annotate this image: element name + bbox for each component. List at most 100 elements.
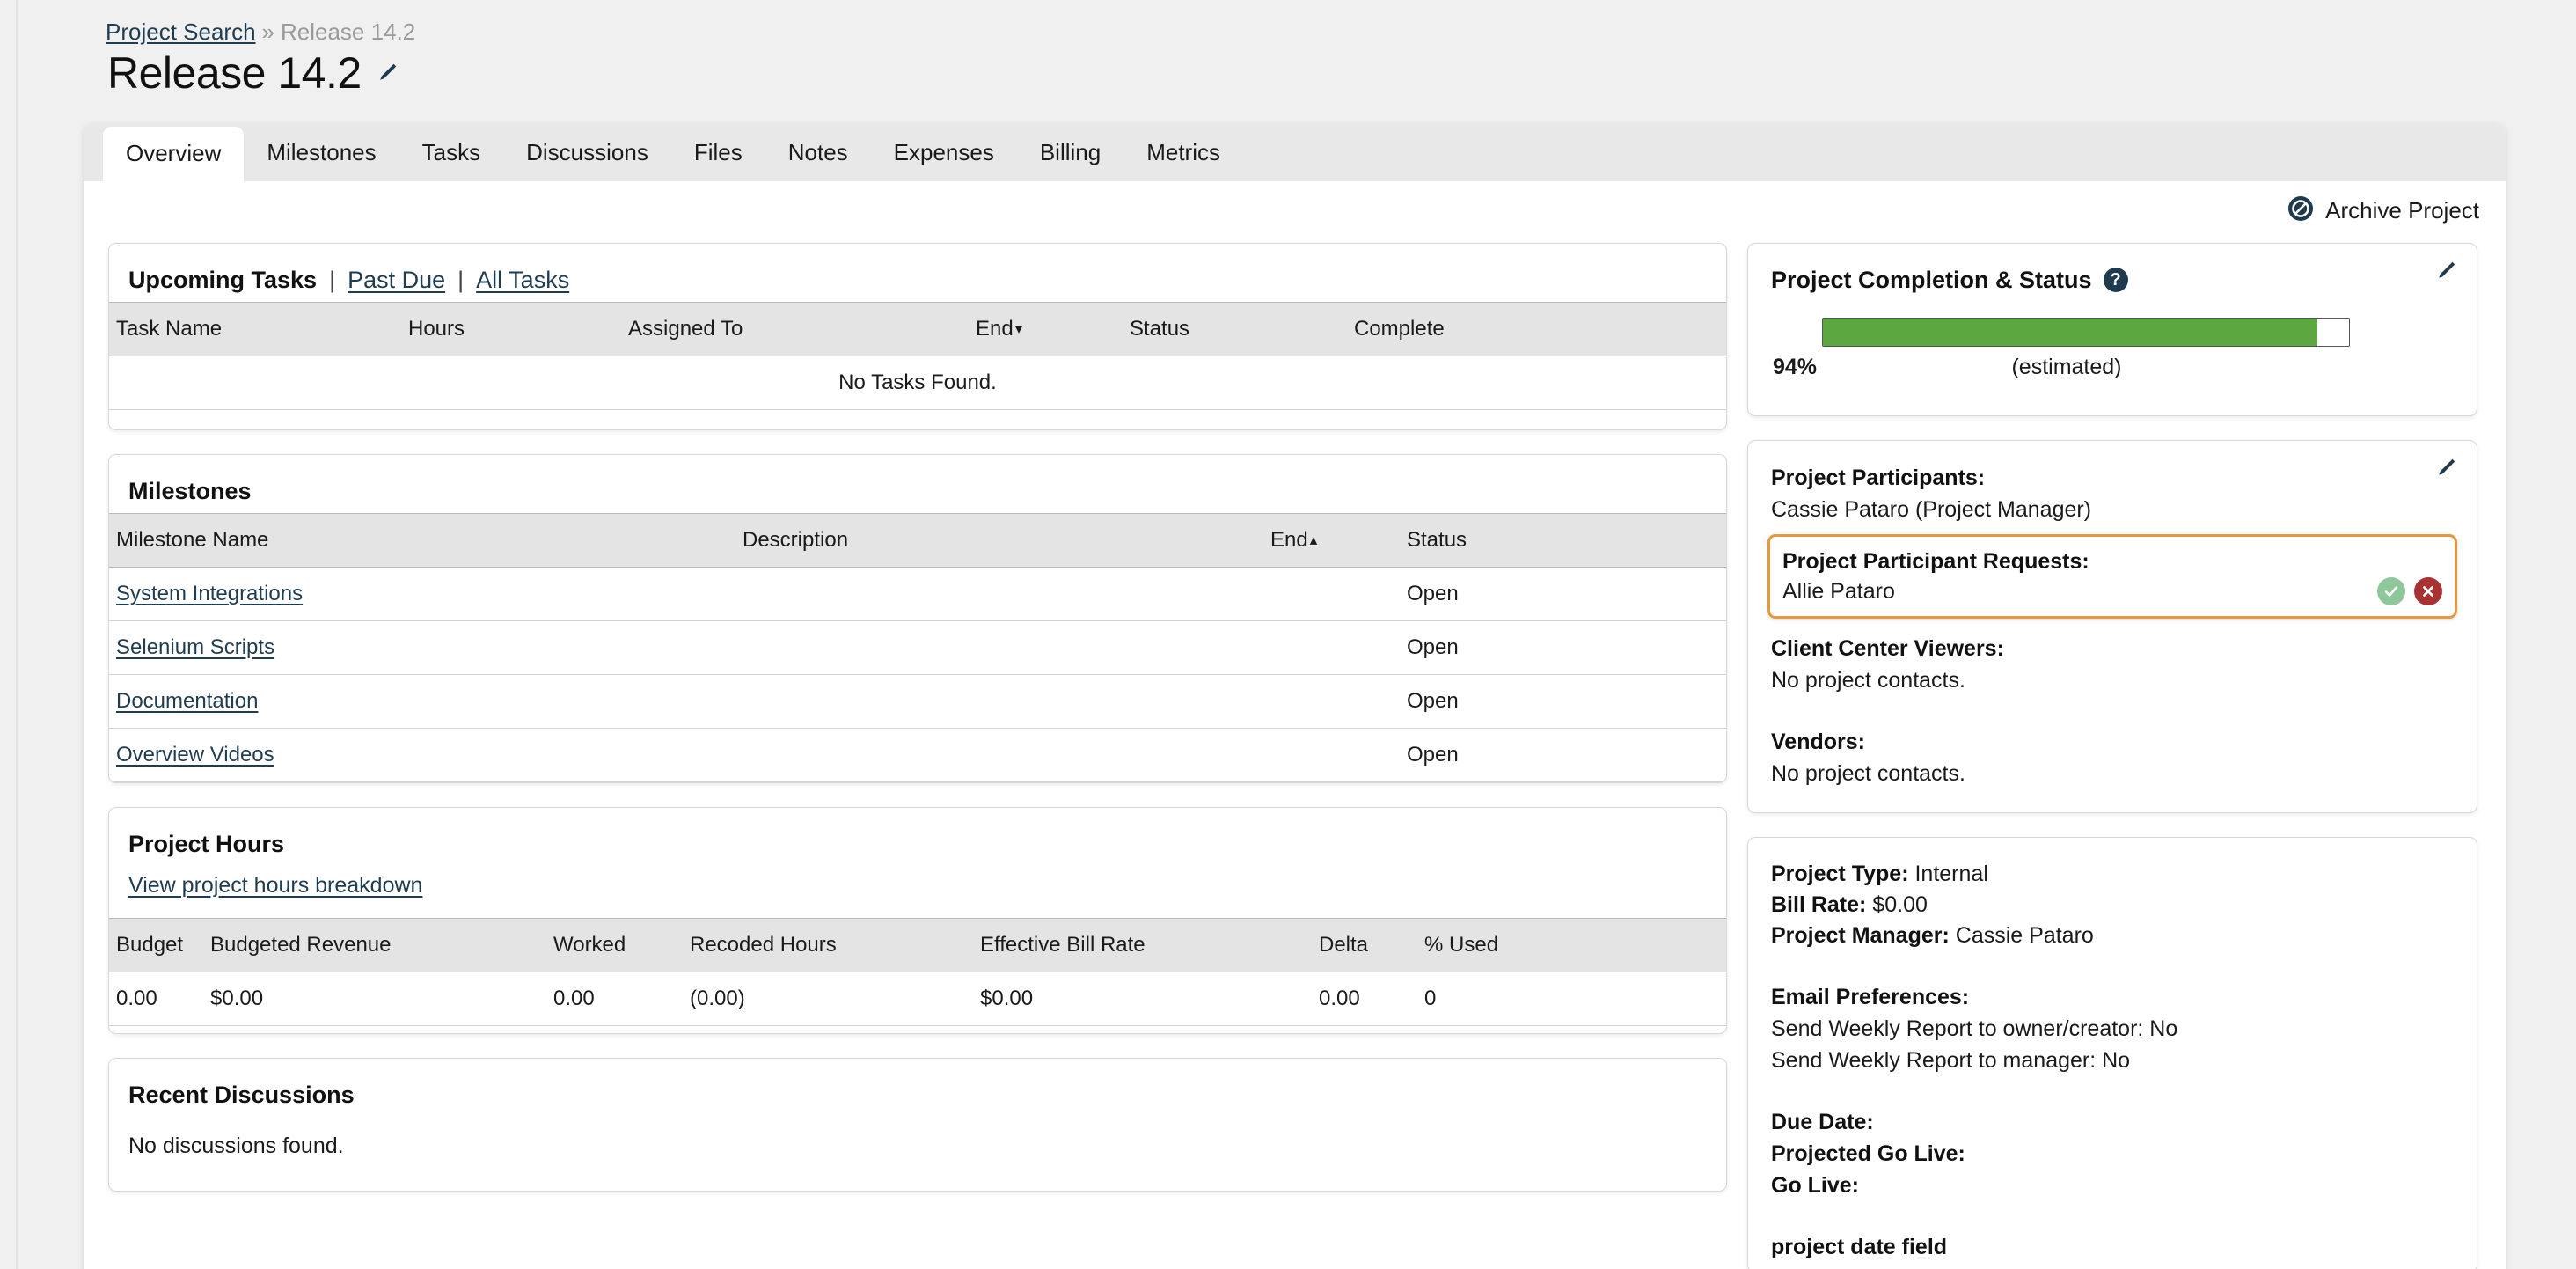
tab-tasks[interactable]: Tasks [399,123,503,181]
upcoming-tasks-tbody: No Tasks Found. [109,356,1726,410]
milestone-end-cell [1270,674,1407,729]
milestone-link[interactable]: System Integrations [116,582,303,605]
left-edge-rule [16,0,18,1269]
milestone-name-cell: Overview Videos [109,728,743,782]
tab-overview[interactable]: Overview [103,127,245,181]
table-row: Overview Videos Open [109,728,1726,782]
completion-progress-bar [1822,318,2350,347]
completion-progress-fill [1823,319,2318,346]
page-title: Release 14.2 [107,48,362,98]
breadcrumb: Project Search» Release 14.2 [106,18,415,46]
left-column: Upcoming Tasks | Past Due | All Tasks Ta… [108,243,1727,1269]
col-status[interactable]: Status [1130,302,1354,356]
tab-panel-overview: Archive Project Upcoming Tasks | Past Du… [84,181,2506,1269]
archive-project-label: Archive Project [2325,197,2479,224]
milestone-link[interactable]: Documentation [116,689,258,713]
project-type-label: Project Type: [1771,862,1909,886]
col-budget[interactable]: Budget [109,918,210,972]
col-milestone-name[interactable]: Milestone Name [109,513,743,568]
col-end[interactable]: End ▴ [1270,513,1407,568]
milestone-link[interactable]: Overview Videos [116,743,274,767]
milestone-link[interactable]: Selenium Scripts [116,635,274,659]
check-circle-icon[interactable] [2377,577,2405,605]
milestones-tbody: System Integrations Open Selenium Script… [109,567,1726,782]
col-percent-used[interactable]: % Used [1424,918,1726,972]
overview-columns: Upcoming Tasks | Past Due | All Tasks Ta… [84,181,2506,1269]
milestone-description-cell [743,728,1270,782]
table-row: System Integrations Open [109,567,1726,621]
milestone-status-cell: Open [1407,728,1726,782]
question-mark-icon[interactable]: ? [2103,268,2128,292]
budget-cell: 0.00 [109,972,210,1026]
completion-percent-label: 94% [1773,355,1818,379]
milestones-card: Milestones Milestone Name Description En… [108,454,1727,783]
col-task-name[interactable]: Task Name [109,302,408,356]
tab-files[interactable]: Files [671,123,765,181]
past-due-link[interactable]: Past Due [348,265,445,295]
col-assigned-to[interactable]: Assigned To [628,302,976,356]
project-manager-row: Project Manager: Cassie Pataro [1771,921,2454,951]
sort-caret-asc-icon: ▴ [1309,532,1318,548]
completion-progress-wrap: 94% (estimated) [1771,318,2454,380]
tab-billing[interactable]: Billing [1017,123,1123,181]
breadcrumb-link-project-search[interactable]: Project Search [106,18,256,45]
col-delta[interactable]: Delta [1319,918,1424,972]
milestone-status-cell: Open [1407,567,1726,621]
milestone-name-cell: System Integrations [109,567,743,621]
tab-notes[interactable]: Notes [765,123,871,181]
project-type-value: Internal [1914,862,1988,886]
project-manager-label: Project Manager: [1771,923,1950,948]
edit-completion-pencil-icon[interactable] [2434,260,2457,287]
participant-requests-highlight: Project Participant Requests: Allie Pata… [1767,534,2457,619]
tab-milestones[interactable]: Milestones [244,123,399,181]
col-end[interactable]: End ▾ [976,302,1130,356]
archive-project-button[interactable]: Archive Project [2287,195,2479,226]
participants-label: Project Participants: [1771,466,1986,490]
col-worked[interactable]: Worked [553,918,690,972]
tab-metrics[interactable]: Metrics [1123,123,1243,181]
divider-1: | [329,267,336,293]
prohibition-icon [2287,195,2314,226]
col-recoded-hours[interactable]: Recoded Hours [690,918,980,972]
edit-participants-pencil-icon[interactable] [2434,457,2457,484]
right-column: Project Completion & Status ? 94% (estim… [1747,243,2477,1269]
participant-requests-label: Project Participant Requests: [1782,549,2089,574]
table-header-row: Budget Budgeted Revenue Worked Recoded H… [109,918,1726,972]
project-details-body: Project Type: Internal Bill Rate: $0.00 … [1748,838,2477,1269]
edit-title-pencil-icon[interactable] [376,62,399,84]
completion-estimated-label: (estimated) [2011,355,2122,379]
col-hours[interactable]: Hours [408,302,628,356]
milestones-thead: Milestone Name Description End ▴ Status [109,513,1726,568]
project-participants-card: Project Participants: Cassie Pataro (Pro… [1747,440,2477,813]
view-hours-breakdown-link[interactable]: View project hours breakdown [128,873,422,899]
x-circle-icon[interactable] [2414,577,2442,605]
all-tasks-link[interactable]: All Tasks [476,265,569,295]
table-header-row: Milestone Name Description End ▴ Status [109,513,1726,568]
project-type-row: Project Type: Internal [1771,859,2454,890]
milestone-description-cell [743,567,1270,621]
col-complete[interactable]: Complete [1354,302,1726,356]
milestones-header: Milestones [109,455,1726,513]
recoded-hours-cell: (0.00) [690,972,980,1026]
upcoming-tasks-card: Upcoming Tasks | Past Due | All Tasks Ta… [108,243,1727,430]
client-center-viewers-label: Client Center Viewers: [1771,636,2004,661]
project-hours-title: Project Hours [128,831,285,857]
tab-expenses[interactable]: Expenses [871,123,1017,181]
project-completion-title: Project Completion & Status [1771,267,2092,293]
participant-request-row: Allie Pataro [1782,577,2442,605]
project-completion-body: Project Completion & Status ? 94% (estim… [1748,244,2477,415]
tab-discussions[interactable]: Discussions [503,123,671,181]
email-pref-manager: Send Weekly Report to manager: No [1771,1048,2131,1073]
bill-rate-value: $0.00 [1872,892,1928,917]
table-row: Selenium Scripts Open [109,620,1726,675]
col-effective-bill-rate[interactable]: Effective Bill Rate [980,918,1319,972]
col-status[interactable]: Status [1407,513,1726,568]
worked-cell: 0.00 [553,972,690,1026]
col-description[interactable]: Description [743,513,1270,568]
project-hours-thead: Budget Budgeted Revenue Worked Recoded H… [109,918,1726,972]
col-budgeted-revenue[interactable]: Budgeted Revenue [210,918,553,972]
divider-2: | [457,267,465,293]
